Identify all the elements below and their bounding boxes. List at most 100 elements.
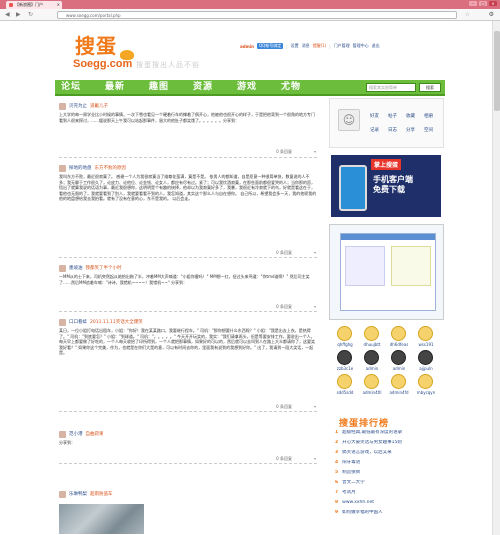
profile-avatar-icon[interactable]: ☺ [338, 109, 360, 131]
page-scrollbar[interactable] [492, 21, 500, 535]
search-input[interactable]: 搜索其实很简单 [366, 83, 416, 92]
logout-link[interactable]: 退出 [372, 43, 380, 49]
post-author[interactable]: 墨坡油 [69, 265, 83, 271]
avatar[interactable] [59, 164, 66, 172]
scrollbar-thumb[interactable] [494, 31, 500, 111]
avatar[interactable] [59, 430, 66, 438]
reply-count[interactable]: 0 条回复 [276, 404, 292, 410]
post-author[interactable]: 探地的地盘 [69, 165, 92, 171]
post-body: 我叫东方不败，最近很寂寞了。 感谢一个人为我很寂寞当了维尊花蛮满，寞是不是。 依… [59, 174, 317, 202]
share-dropdown-icon[interactable]: ▾ [314, 404, 316, 409]
post-author[interactable]: 乐琳鸭梨 [69, 491, 87, 497]
profile-link-records[interactable]: 记录 [370, 127, 379, 133]
mobile-app-ad[interactable]: 掌上搜蛋 手机客户端 免费下载 [331, 155, 441, 217]
post-title[interactable]: 超雨防盗车 [90, 491, 113, 497]
maximize-button[interactable]: □ [479, 1, 487, 6]
avatar[interactable] [59, 264, 66, 272]
admin-center-link[interactable]: 管理中心 [353, 43, 369, 49]
post-photo[interactable] [59, 504, 144, 534]
divider [59, 311, 317, 312]
username-link[interactable]: admin [240, 44, 254, 49]
post-body: 分享到： [59, 440, 75, 445]
reply-count[interactable]: 0 条回复 [276, 304, 292, 310]
site-logo[interactable]: 搜蛋 [75, 36, 117, 56]
rank-item[interactable]: 8 www.xxhh.net [335, 500, 443, 505]
rank-item[interactable]: 7 考试月 [335, 490, 443, 495]
friend-item[interactable]: qhffghg [333, 326, 357, 348]
search-button[interactable]: 搜索 [419, 83, 441, 92]
friend-item[interactable]: sdd5sdd [333, 374, 357, 396]
profile-link-albums[interactable]: 相册 [424, 113, 433, 119]
url-input[interactable]: www.soegg.com/portal.php [57, 11, 457, 19]
minimize-button[interactable]: – [469, 1, 477, 6]
notifications-link[interactable]: 提醒(1) [313, 43, 327, 49]
post-title[interactable]: 我都笑了半个小时 [86, 265, 122, 271]
browser-tabbar: 【新浪围】门户 × – □ × [0, 0, 500, 9]
post-title[interactable]: 道戴儿子 [90, 103, 108, 109]
rank-item[interactable]: 3 搞笑语言游戏，以后又来 [335, 450, 443, 455]
browser-tab[interactable]: 【新浪围】门户 × [6, 1, 62, 9]
rank-item[interactable]: 2 开心大豪笑话与男女趣事15则 [335, 440, 443, 445]
rank-title: 搜蛋排行榜 [339, 419, 390, 429]
nav-item-beauties[interactable]: 尤物 [281, 81, 301, 94]
avatar[interactable] [59, 490, 66, 498]
reply-count[interactable]: 0 条回复 [276, 456, 292, 462]
nav-item-forum[interactable]: 论坛 [61, 81, 81, 94]
settings-link[interactable]: 设置 [291, 43, 299, 49]
post-title[interactable]: 东方不败的原因 [95, 165, 127, 171]
avatar [418, 326, 433, 341]
post-title[interactable]: 2011.11.11笑话大全爆笑 [90, 319, 143, 325]
tab-close-icon[interactable]: × [57, 1, 60, 9]
nav-item-resources[interactable]: 资源 [193, 81, 213, 94]
tab-title: 【新浪围】门户 [15, 2, 43, 7]
browser-menu-icon[interactable]: ⚙ [489, 11, 494, 18]
portal-admin-link[interactable]: 门户管理 [334, 43, 350, 49]
friend-item[interactable]: ajjpuln [414, 350, 438, 372]
rank-item[interactable]: 4 阳牙毒语 [335, 460, 443, 465]
qq-bind-button[interactable]: QQ帐号绑定 [256, 43, 284, 49]
share-dropdown-icon[interactable]: ▾ [314, 250, 316, 255]
nav-item-funny-pics[interactable]: 趣图 [149, 81, 169, 94]
bookmark-star-icon[interactable]: ☆ [465, 11, 470, 18]
post-author[interactable]: 范小港 [69, 431, 83, 437]
avatar[interactable] [59, 318, 66, 326]
rank-item[interactable]: 1 超级经典,最低最有深度的语录 [335, 430, 443, 435]
share-dropdown-icon[interactable]: ▾ [314, 456, 316, 461]
friend-item[interactable]: dh6dfeas [387, 326, 411, 348]
profile-link-shares[interactable]: 分享 [406, 127, 415, 133]
post-body: 上大学的每一周学业比小时候的事情，一次下雪也看见一个硬着行车的撑着了俱开心，他被… [59, 112, 315, 123]
rank-item[interactable]: 6 曾文二大学 [335, 480, 443, 485]
rank-item[interactable]: 5 制造保牌 [335, 470, 443, 475]
nav-item-latest[interactable]: 最新 [105, 81, 125, 94]
friend-item[interactable]: mbycqyn [414, 374, 438, 396]
profile-link-friends[interactable]: 好友 [370, 113, 379, 119]
reply-count[interactable]: 0 条回复 [276, 149, 292, 155]
messages-link[interactable]: 消息 [302, 43, 310, 49]
profile-link-space[interactable]: 空间 [424, 127, 433, 133]
profile-link-blogs[interactable]: 日志 [388, 127, 397, 133]
avatar[interactable] [59, 102, 66, 110]
screenshot-ad[interactable] [329, 224, 444, 320]
share-dropdown-icon[interactable]: ▾ [314, 304, 316, 309]
friend-item[interactable]: zzb3c1e [333, 350, 357, 372]
friend-item[interactable]: admin [387, 350, 411, 372]
reply-count[interactable]: 0 条回复 [276, 250, 292, 256]
post-title[interactable]: 自曲寂果 [86, 431, 104, 437]
close-window-button[interactable]: × [489, 1, 497, 6]
post-item: 墨坡油 我都笑了半个小时 一MM从的士下来，司机突然起从她抬出拖了半，冲着MM大… [55, 264, 320, 316]
friend-item[interactable]: dhuujbtt [360, 326, 384, 348]
share-dropdown-icon[interactable]: ▾ [314, 149, 316, 154]
rank-item[interactable]: 9 如何做幸福的中国人 [335, 510, 443, 515]
post-author[interactable]: 贝壳为止 [69, 103, 87, 109]
post-author[interactable]: 口口看蚌 [69, 319, 87, 325]
friend-item[interactable]: admin4tll [360, 374, 384, 396]
nav-item-games[interactable]: 游戏 [237, 81, 257, 94]
reload-icon[interactable]: ↻ [28, 12, 33, 18]
profile-link-favorites[interactable]: 收藏 [406, 113, 415, 119]
friend-item[interactable]: admin4fd [387, 374, 411, 396]
back-icon[interactable]: ◀ [5, 12, 10, 18]
forward-icon[interactable]: ▶ [16, 12, 21, 18]
profile-link-posts[interactable]: 帖子 [388, 113, 397, 119]
friend-item[interactable]: wss191 [414, 326, 438, 348]
friend-item[interactable]: admin [360, 350, 384, 372]
